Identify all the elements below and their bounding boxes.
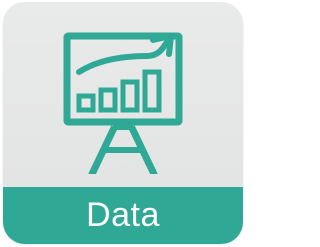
presentation-growth-chart-icon (63, 32, 183, 174)
tile-label: Data (86, 196, 160, 234)
tile-icon-area (3, 2, 243, 174)
data-app-tile[interactable]: Data (3, 2, 243, 244)
bar-1-icon-part (76, 93, 96, 113)
app-tile-container: Data (0, 0, 247, 247)
growth-curve-icon-part (76, 39, 170, 75)
bar-3-icon-part (120, 79, 140, 113)
tile-label-bar: Data (3, 187, 243, 244)
bar-2-icon-part (98, 87, 118, 113)
bar-4-icon-part (142, 69, 162, 113)
